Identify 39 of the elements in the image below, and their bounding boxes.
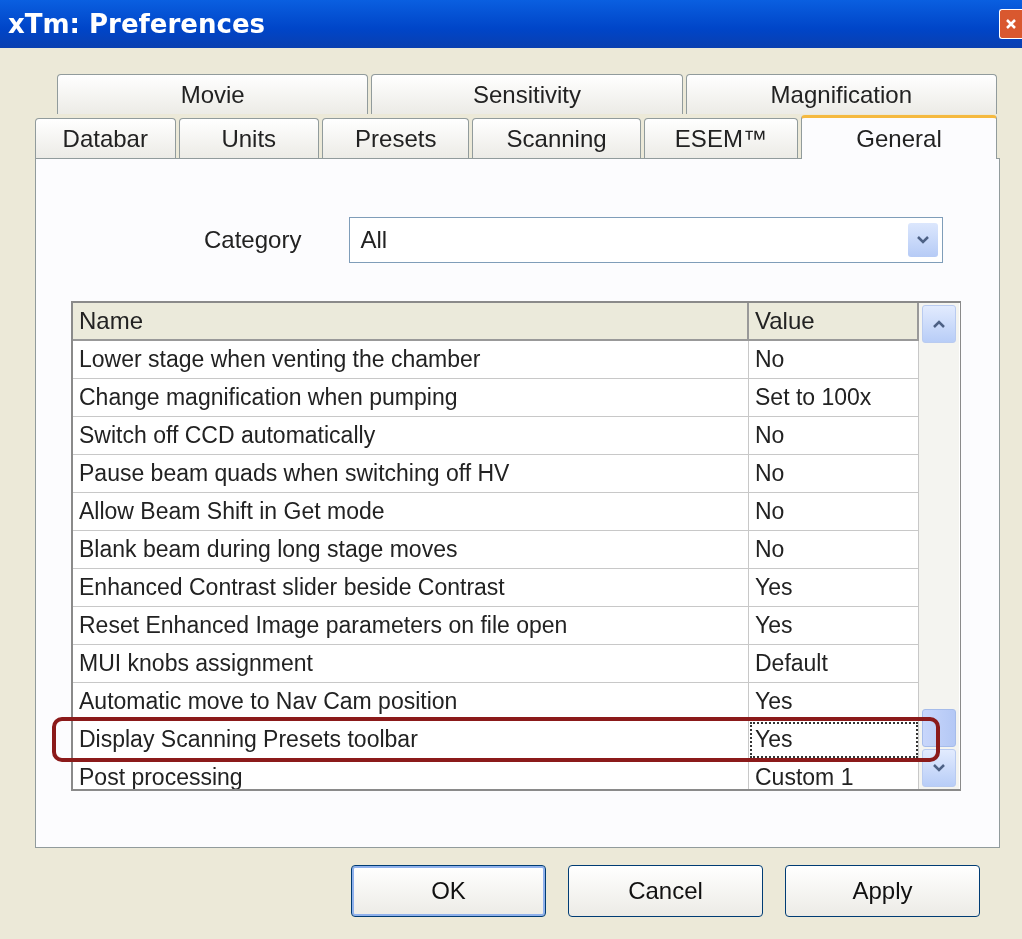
column-header[interactable]: Value [749,303,919,341]
tab[interactable]: Scanning [472,118,641,158]
scrollbar[interactable] [919,303,959,789]
column-header[interactable]: Name [73,303,749,341]
window-title: xTm: Preferences [8,9,265,39]
dialog-button[interactable]: OK [351,865,546,917]
table-cell: Lower stage when venting the chamber [73,341,749,379]
table-cell: Pause beam quads when switching off HV [73,455,749,493]
chevron-down-icon [916,235,931,245]
category-dropdown[interactable]: All [349,217,944,263]
table-cell: Change magnification when pumping [73,379,749,417]
table-cell: Yes [749,721,919,759]
table-cell: Blank beam during long stage moves [73,531,749,569]
dialog-button[interactable]: Cancel [568,865,763,917]
category-label: Category [204,226,302,254]
tab[interactable]: Databar [35,118,176,158]
close-button[interactable] [999,9,1022,39]
table-cell: Post processing [73,759,749,789]
chevron-down-icon [932,763,946,773]
tab[interactable]: Movie [57,74,369,114]
table-cell: Allow Beam Shift in Get mode [73,493,749,531]
close-icon [1005,18,1017,30]
dialog-button[interactable]: Apply [785,865,980,917]
table-cell: MUI knobs assignment [73,645,749,683]
tab[interactable]: Units [178,118,320,158]
table-cell: Reset Enhanced Image parameters on file open [73,607,749,645]
table-cell: Display Scanning Presets toolbar [73,721,749,759]
tab[interactable]: Sensitivity [371,74,683,114]
tab[interactable]: Presets [322,118,470,158]
scroll-down-button[interactable] [922,749,956,787]
tab[interactable]: Magnification [685,74,997,114]
table-cell: Enhanced Contrast slider beside Contrast [73,569,749,607]
tab[interactable]: ESEM™ [643,118,799,158]
tab[interactable]: General [801,115,997,159]
scroll-up-button[interactable] [922,305,956,343]
dropdown-button[interactable] [908,223,939,257]
table-cell: Automatic move to Nav Cam position [73,683,749,721]
table-cell: Switch off CCD automatically [73,417,749,455]
chevron-up-icon [932,319,946,329]
